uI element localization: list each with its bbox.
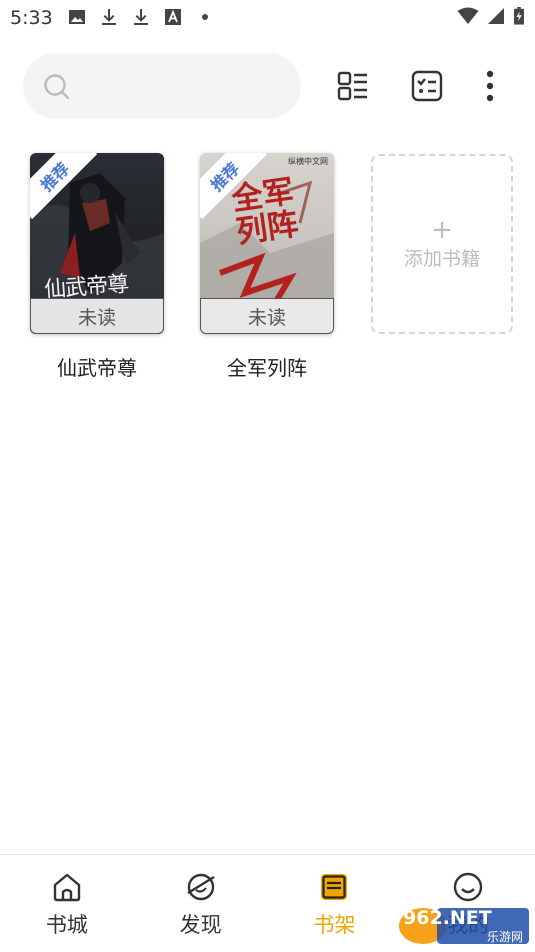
home-icon [53, 873, 81, 902]
unread-status: 未读 [30, 298, 164, 334]
wifi-icon [457, 7, 479, 24]
text-a-icon [165, 9, 181, 25]
status-notification-icons [68, 8, 214, 26]
add-book-button[interactable]: + 添加书籍 [371, 154, 513, 334]
nav-label: 发现 [179, 913, 222, 937]
book-title[interactable]: 仙武帝尊 [30, 352, 164, 381]
search-icon [44, 74, 70, 100]
list-view-button[interactable] [333, 66, 373, 106]
book-cover[interactable]: 推荐 纵横中文网 全军列阵 未读 [200, 153, 334, 334]
nav-item-discover[interactable]: 发现 [134, 855, 268, 952]
manage-icon [411, 70, 443, 102]
watermark-text: 962.NET [403, 907, 492, 929]
download-icon [134, 9, 148, 25]
search-bar[interactable] [23, 53, 301, 119]
watermark-subtext: 乐游网 [486, 930, 523, 944]
book-item[interactable]: 推荐 仙武帝尊 未读 仙武帝尊 [30, 153, 164, 381]
nav-item-bookstore[interactable]: 书城 [0, 855, 134, 952]
battery-icon [514, 7, 524, 25]
more-icon [486, 70, 494, 102]
book-cover-publisher: 纵横中文网 [288, 157, 328, 166]
dot-icon [202, 14, 208, 20]
download-icon [102, 9, 116, 25]
discover-icon [186, 873, 215, 901]
nav-label: 书架 [313, 913, 356, 937]
nav-item-bookshelf[interactable]: 书架 [268, 855, 402, 952]
image-icon [69, 10, 85, 24]
site-watermark: 962.NET 乐游网 [397, 904, 531, 948]
status-time: 5:33 [10, 7, 53, 29]
signal-icon [488, 8, 504, 24]
manage-button[interactable] [407, 66, 447, 106]
more-button[interactable] [470, 66, 510, 106]
bookshelf-icon [321, 874, 348, 900]
plus-icon: + [431, 214, 453, 245]
unread-status: 未读 [200, 298, 334, 334]
smile-icon [453, 872, 483, 902]
status-system-icons [457, 7, 525, 25]
book-cover-title: 全军列阵 [229, 173, 301, 251]
status-bar: 5:33 [0, 0, 535, 38]
book-cover[interactable]: 推荐 仙武帝尊 未读 [30, 153, 164, 334]
list-view-icon [337, 71, 367, 101]
add-book-label: 添加书籍 [403, 247, 480, 270]
nav-label: 书城 [45, 913, 88, 937]
book-title[interactable]: 全军列阵 [200, 352, 334, 381]
book-item[interactable]: 推荐 纵横中文网 全军列阵 未读 全军列阵 [200, 153, 334, 381]
